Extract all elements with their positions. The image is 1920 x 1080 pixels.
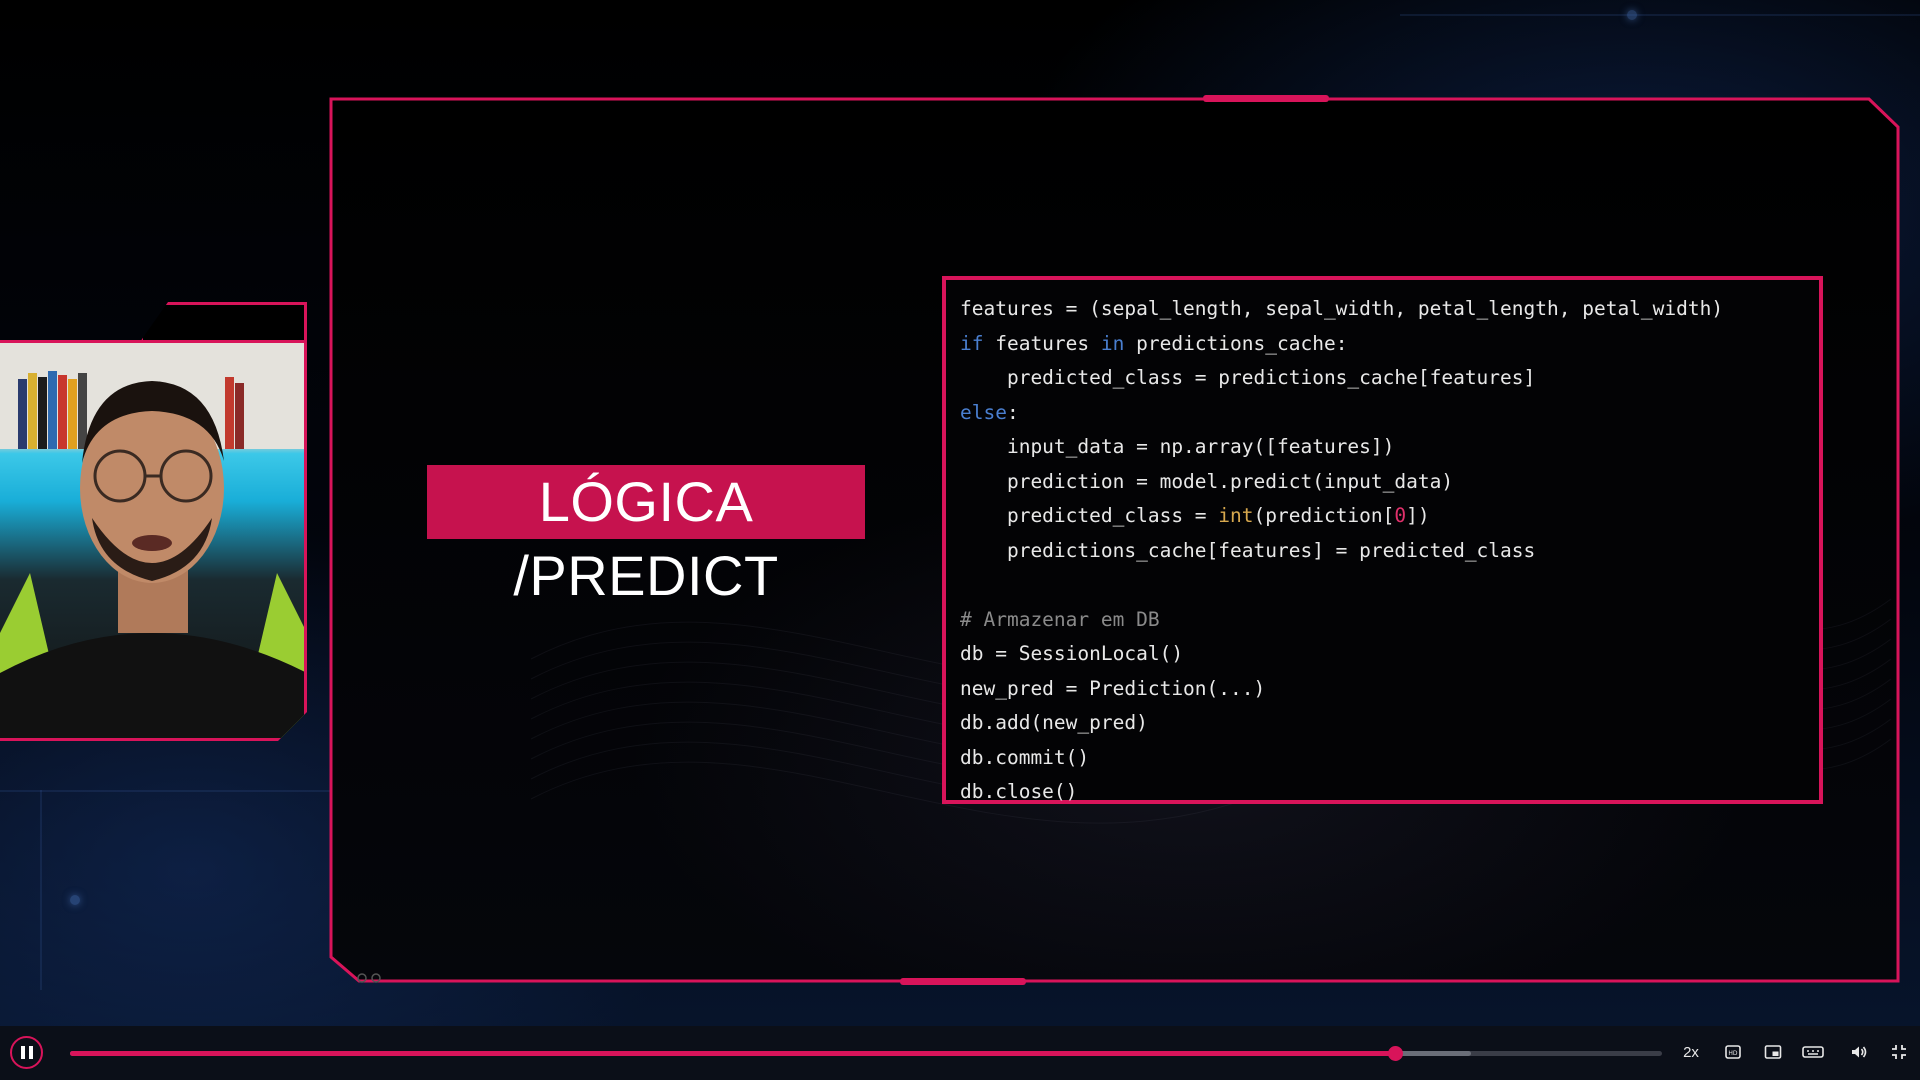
code-line: predicted_class = predictions_cache[feat…: [960, 366, 1536, 389]
code-line: db.add(new_pred): [960, 711, 1148, 734]
pause-icon: [20, 1046, 25, 1059]
code-comment: # Armazenar em DB: [960, 607, 1160, 631]
hd-button[interactable]: HD: [1718, 1037, 1748, 1067]
hd-icon: HD: [1725, 1045, 1741, 1059]
video-frame[interactable]: LÓGICA /PREDICT features = (sepal_length…: [0, 0, 1920, 1026]
circuit-line: [0, 790, 330, 792]
code-line: input_data = np.array([features]): [960, 435, 1395, 458]
exit-fullscreen-icon: [1892, 1045, 1906, 1059]
picture-in-picture-button[interactable]: [1758, 1037, 1788, 1067]
volume-button[interactable]: [1844, 1037, 1874, 1067]
code-line: db.close(): [960, 780, 1078, 803]
code-block: features = (sepal_length, sepal_width, p…: [942, 276, 1823, 804]
code-line: features = (sepal_length, sepal_width, p…: [960, 297, 1724, 320]
slide-title: LÓGICA /PREDICT: [427, 465, 865, 607]
code-line: prediction = model.predict(input_data): [960, 469, 1454, 493]
keyword-else: else: [960, 400, 1007, 424]
keyword-if: if: [960, 331, 984, 355]
builtin-int: int: [1218, 504, 1254, 527]
number-literal: 0: [1394, 504, 1407, 527]
webcam-tab: [140, 302, 307, 342]
code-line: else:: [960, 400, 1019, 424]
code-line: if features in predictions_cache:: [960, 331, 1348, 355]
code-line: predicted_class = int(prediction[0]): [960, 504, 1430, 527]
progress-fill: [70, 1051, 1395, 1056]
code-line: db.commit(): [960, 745, 1090, 769]
exit-fullscreen-button[interactable]: [1884, 1037, 1914, 1067]
keyboard-shortcuts-button[interactable]: [1798, 1037, 1828, 1067]
svg-text:HD: HD: [1728, 1050, 1738, 1057]
keyword-in: in: [1100, 331, 1125, 355]
webcam-overlay: [0, 302, 307, 741]
picture-in-picture-icon: [1764, 1045, 1782, 1059]
pause-button[interactable]: [10, 1036, 43, 1069]
progress-bar[interactable]: [70, 1046, 1662, 1061]
keyboard-icon: [1802, 1046, 1824, 1058]
webcam-feed: [0, 340, 307, 741]
code-line: predictions_cache[features] = predicted_…: [960, 538, 1536, 562]
code-line: db = SessionLocal(): [960, 642, 1184, 665]
circuit-line: [1400, 14, 1920, 16]
presenter-figure: [0, 381, 304, 738]
playback-speed-button[interactable]: 2x: [1676, 1037, 1706, 1067]
circuit-line: [40, 790, 42, 990]
code-line: new_pred = Prediction(...): [960, 676, 1266, 700]
volume-icon: [1852, 1046, 1867, 1058]
progress-thumb[interactable]: [1387, 1046, 1403, 1061]
circuit-dot: [70, 895, 80, 905]
